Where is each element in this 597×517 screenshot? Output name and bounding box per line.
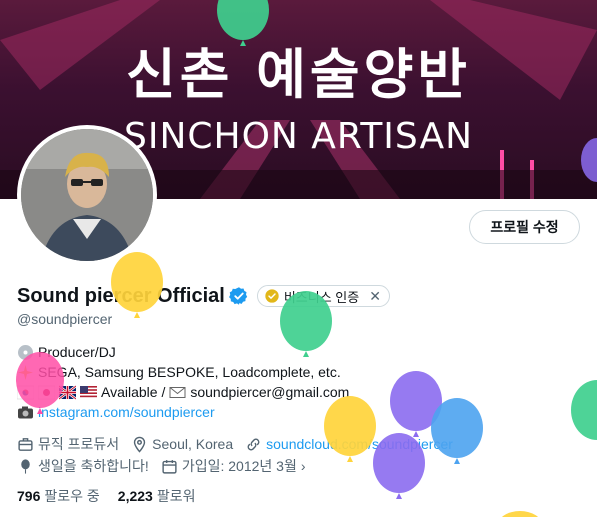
calendar-icon bbox=[162, 459, 177, 474]
followers-count: 2,223 bbox=[117, 488, 153, 504]
business-chip-label: 비즈니스 인증 bbox=[283, 289, 360, 305]
display-name: Sound piercer Official bbox=[17, 284, 225, 307]
following-label: 팔로우 중 bbox=[44, 488, 100, 504]
camera-icon bbox=[17, 404, 34, 421]
profile-location: Seoul, Korea bbox=[152, 436, 234, 452]
chevron-right-icon[interactable]: › bbox=[301, 458, 306, 474]
birthday-message[interactable]: 생일을 축하합니다! bbox=[38, 456, 149, 476]
uk-flag-icon bbox=[58, 384, 77, 401]
followers-label: 팔로워 bbox=[156, 488, 196, 504]
following-count: 796 bbox=[17, 488, 41, 504]
website-link[interactable]: soundcloud.com/soundpiercer bbox=[266, 436, 453, 452]
close-icon[interactable]: ✕ bbox=[369, 288, 381, 305]
instagram-link[interactable]: instagram.com/soundpiercer bbox=[38, 402, 215, 422]
briefcase-icon bbox=[18, 437, 33, 451]
envelope-icon bbox=[169, 384, 186, 401]
link-icon bbox=[247, 438, 260, 450]
cd-icon bbox=[17, 344, 34, 361]
sparkle-icon bbox=[17, 364, 34, 381]
business-verification-chip[interactable]: 비즈니스 인증 ✕ bbox=[256, 285, 390, 307]
balloon-yellow-3 bbox=[501, 511, 539, 517]
follow-stats: 796 팔로우 중 2,223 팔로워 bbox=[17, 486, 213, 506]
bio-email: soundpiercer@gmail.com bbox=[190, 384, 350, 400]
bio: Producer/DJ SEGA, Samsung BESPOKE, Loadc… bbox=[16, 342, 350, 422]
balloon-icon bbox=[21, 458, 30, 474]
name-row: Sound piercer Official 비즈니스 인증 ✕ bbox=[17, 284, 390, 308]
join-date: 가입일: 2012년 3월 bbox=[181, 458, 297, 474]
avatar[interactable] bbox=[17, 125, 157, 265]
bio-available: Available / bbox=[101, 384, 166, 400]
location-pin-icon bbox=[134, 436, 146, 453]
banner-title-korean: 신촌 예술양반 bbox=[126, 43, 471, 106]
japan-flag-icon bbox=[37, 384, 56, 401]
us-flag-icon bbox=[80, 384, 97, 401]
edit-profile-button[interactable]: 프로필 수정 bbox=[469, 210, 580, 244]
user-handle: @soundpiercer bbox=[17, 311, 113, 327]
balloon-purple-1 bbox=[390, 371, 442, 437]
profile-category: 뮤직 프로듀서 bbox=[38, 436, 120, 452]
balloon-green-3 bbox=[571, 380, 597, 440]
following-stat[interactable]: 796 팔로우 중 bbox=[17, 486, 100, 506]
profile-meta: 뮤직 프로듀서 Seoul, Korea soundcloud.com/soun… bbox=[17, 433, 465, 477]
gold-check-icon bbox=[265, 289, 279, 303]
bio-line-role: Producer/DJ bbox=[38, 344, 116, 360]
followers-stat[interactable]: 2,223 팔로워 bbox=[118, 486, 196, 506]
bio-line-clients: SEGA, Samsung BESPOKE, Loadcomplete, etc… bbox=[38, 364, 341, 380]
avatar-photo bbox=[21, 129, 153, 261]
korea-flag-icon bbox=[16, 384, 35, 401]
verified-badge-icon[interactable] bbox=[228, 286, 249, 306]
